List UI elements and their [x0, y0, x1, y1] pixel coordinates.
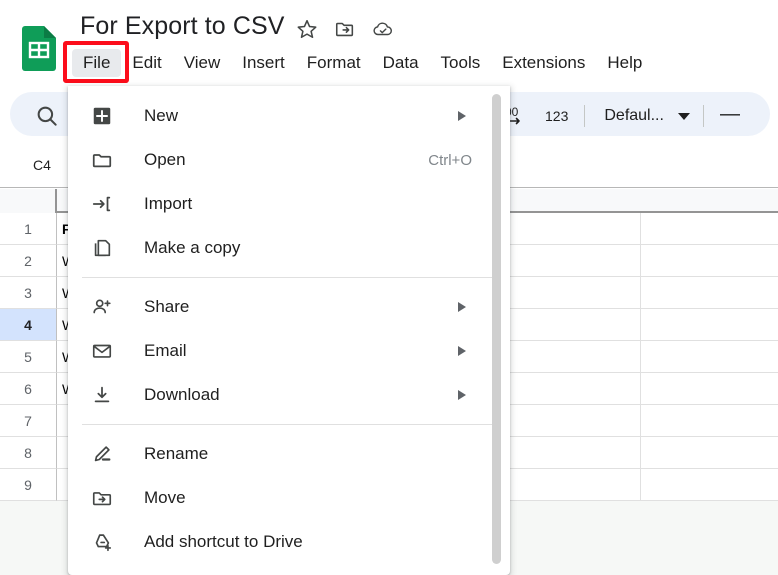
menu-divider — [82, 277, 496, 278]
grid-cell[interactable] — [641, 437, 778, 469]
envelope-icon — [90, 339, 114, 363]
toolbar-right-group: 00 123 Defaul... — — [498, 100, 747, 132]
cell-reference-box[interactable]: C4 — [14, 157, 70, 173]
menu-item-label: Open — [144, 150, 428, 170]
search-icon[interactable] — [34, 103, 60, 129]
grid-cell[interactable] — [495, 309, 641, 341]
grid-cell[interactable] — [495, 405, 641, 437]
submenu-arrow-icon — [458, 390, 466, 400]
menu-file[interactable]: File — [72, 49, 121, 77]
chevron-down-icon[interactable] — [678, 113, 690, 120]
select-all-corner[interactable] — [0, 189, 57, 213]
grid-cell[interactable] — [641, 341, 778, 373]
grid-cell[interactable] — [641, 373, 778, 405]
menu-item-label: Make a copy — [144, 238, 494, 258]
folder-icon — [90, 148, 114, 172]
grid-cell[interactable] — [641, 309, 778, 341]
menu-item-label: Move — [144, 488, 494, 508]
document-title[interactable]: For Export to CSV — [80, 12, 285, 41]
row-header[interactable]: 6 — [0, 373, 57, 405]
toolbar-divider-1 — [584, 105, 585, 127]
submenu-arrow-icon — [458, 346, 466, 356]
menu-item-add-shortcut-to-drive[interactable]: Add shortcut to Drive — [68, 520, 510, 564]
pencil-icon — [90, 442, 114, 466]
grid-cell[interactable] — [495, 373, 641, 405]
cloud-saved-icon[interactable] — [372, 18, 394, 40]
person-add-icon — [90, 295, 114, 319]
file-menu-dropdown: New Open Ctrl+O Import Make a copy — [68, 86, 510, 575]
decrease-font-size-button[interactable]: — — [713, 100, 747, 132]
star-icon[interactable] — [296, 18, 318, 40]
menu-scrollbar[interactable] — [492, 94, 501, 564]
submenu-arrow-icon — [458, 302, 466, 312]
row-header[interactable]: 3 — [0, 277, 57, 309]
menu-item-new[interactable]: New — [68, 94, 510, 138]
row-header[interactable]: 5 — [0, 341, 57, 373]
menu-item-email[interactable]: Email — [68, 329, 510, 373]
new-file-icon — [90, 104, 114, 128]
menu-divider — [82, 424, 496, 425]
menu-view[interactable]: View — [173, 49, 232, 77]
menu-data[interactable]: Data — [372, 49, 430, 77]
app-header: For Export to CSV File Edit View Insert … — [0, 0, 778, 86]
row-header[interactable]: 1 — [0, 213, 57, 245]
row-header[interactable]: 4 — [0, 309, 57, 341]
grid-cell[interactable] — [495, 213, 641, 245]
menu-item-download[interactable]: Download — [68, 373, 510, 417]
menu-item-label: Download — [144, 385, 458, 405]
menu-item-label: Share — [144, 297, 458, 317]
grid-cell[interactable] — [495, 245, 641, 277]
google-sheets-logo-icon — [22, 26, 56, 71]
title-action-icons — [296, 18, 394, 40]
menu-item-label: Email — [144, 341, 458, 361]
menu-format[interactable]: Format — [296, 49, 372, 77]
menu-item-label: New — [144, 106, 458, 126]
menu-help[interactable]: Help — [596, 49, 653, 77]
menu-item-label: Rename — [144, 444, 494, 464]
row-header[interactable]: 8 — [0, 437, 57, 469]
grid-cell[interactable] — [495, 341, 641, 373]
download-icon — [90, 383, 114, 407]
grid-cell[interactable] — [641, 213, 778, 245]
menu-bar: File Edit View Insert Format Data Tools … — [72, 49, 653, 77]
menu-edit[interactable]: Edit — [121, 49, 172, 77]
grid-cell[interactable] — [641, 405, 778, 437]
menu-item-rename[interactable]: Rename — [68, 432, 510, 476]
menu-item-move[interactable]: Move — [68, 476, 510, 520]
copy-icon — [90, 236, 114, 260]
menu-tools[interactable]: Tools — [430, 49, 492, 77]
import-icon — [90, 192, 114, 216]
menu-item-share[interactable]: Share — [68, 285, 510, 329]
font-name-value[interactable]: Defaul... — [594, 107, 668, 125]
menu-item-label: Import — [144, 194, 494, 214]
menu-item-import[interactable]: Import — [68, 182, 510, 226]
row-header[interactable]: 9 — [0, 469, 57, 501]
menu-item-label: Add shortcut to Drive — [144, 532, 494, 552]
menu-item-make-a-copy[interactable]: Make a copy — [68, 226, 510, 270]
grid-cell[interactable] — [641, 245, 778, 277]
toolbar-divider-2 — [703, 105, 704, 127]
grid-cell[interactable] — [495, 469, 641, 501]
move-to-folder-icon[interactable] — [334, 18, 356, 40]
menu-item-shortcut: Ctrl+O — [428, 152, 472, 169]
add-shortcut-icon — [90, 530, 114, 554]
menu-extensions[interactable]: Extensions — [491, 49, 596, 77]
row-header[interactable]: 7 — [0, 405, 57, 437]
submenu-arrow-icon — [458, 111, 466, 121]
grid-cell[interactable] — [641, 277, 778, 309]
grid-cell[interactable] — [495, 437, 641, 469]
grid-cell[interactable] — [641, 469, 778, 501]
number-format-123-button[interactable]: 123 — [538, 100, 575, 132]
row-header[interactable]: 2 — [0, 245, 57, 277]
move-to-folder-icon — [90, 486, 114, 510]
menu-insert[interactable]: Insert — [231, 49, 296, 77]
menu-item-open[interactable]: Open Ctrl+O — [68, 138, 510, 182]
grid-cell[interactable] — [495, 277, 641, 309]
